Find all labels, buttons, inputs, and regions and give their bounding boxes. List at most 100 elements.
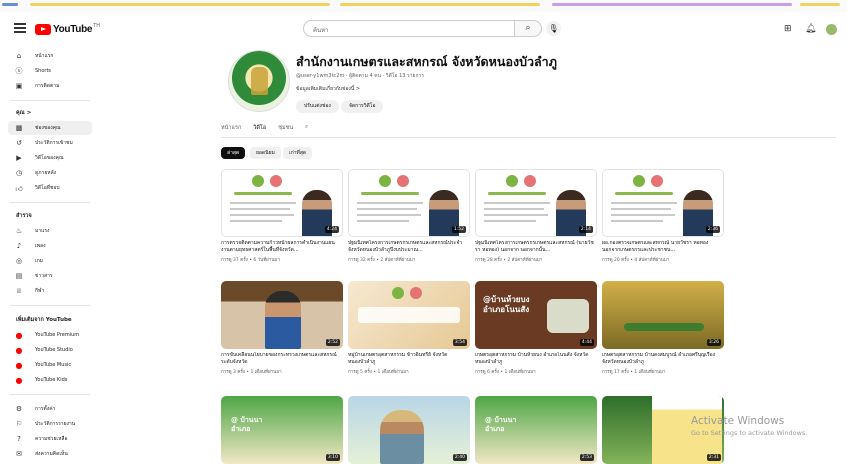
sidebar-item-music[interactable]: ♪ เพลง xyxy=(8,239,92,253)
video-title[interactable]: ปฐมนิเทศโครงการเกษตรกรเกษตรและสหกรณ์ประจ… xyxy=(348,240,470,254)
sidebar-item-liked[interactable]: 👍︎ วิดีโอที่ชอบ xyxy=(8,181,92,195)
video-thumbnail[interactable]: 2:52 xyxy=(221,281,343,349)
mic-icon[interactable]: 🎙 xyxy=(546,21,561,36)
video-card[interactable]: 4:24 การตรวจติดตามความก้าวหน้าผลการดำเนิน… xyxy=(221,169,343,265)
video-thumbnail[interactable]: @บ้านห้วยบง อำเภอโนนสัง 4:44 xyxy=(475,281,597,349)
video-duration: 1:52 xyxy=(451,226,466,233)
video-thumbnail[interactable]: 2:36 xyxy=(602,169,724,237)
avatar[interactable] xyxy=(826,24,837,35)
video-title[interactable]: ปฐมนิเทศโครงการเกษตรกรเกษตรและสหกรณ์ (นา… xyxy=(475,240,597,254)
menu-icon[interactable] xyxy=(14,23,26,33)
channel-tabs: หน้าแรก วิดีโอ ชุมชน ⌕ xyxy=(221,124,308,138)
video-thumbnail[interactable]: 3:54 xyxy=(348,281,470,349)
video-thumbnail[interactable]: @ บ้านนา อำเภอ 3:10 xyxy=(221,396,343,464)
customize-channel-button[interactable]: ปรับแต่งช่อง xyxy=(296,100,339,113)
sidebar-item-history[interactable]: ↺ ประวัติการเข้าชม xyxy=(8,136,92,150)
video-card[interactable]: 2:14 ปฐมนิเทศโครงการเกษตรกรเกษตรและสหกรณ์… xyxy=(475,169,597,265)
sidebar-item-yt-kids[interactable]: ● YouTube Kids xyxy=(8,373,92,387)
sidebar-item-home[interactable]: ⌂ หน้าแรก xyxy=(8,49,92,63)
video-card[interactable]: 1:52 ปฐมนิเทศโครงการเกษตรกรเกษตรและสหกรณ์… xyxy=(348,169,470,265)
video-title[interactable]: ผอ.กองตรวจเกษตรและสหกรณ์ นายวัชรา หอทอง … xyxy=(602,240,724,254)
video-meta: การดู 3 ครั้ง • 1 เดือนที่ผ่านมา xyxy=(221,370,282,375)
gear-icon: ⚙ xyxy=(15,405,23,413)
sidebar-item-label: มาแรง xyxy=(35,228,50,234)
divider xyxy=(10,305,90,306)
sidebar-item-label: ดูภายหลัง xyxy=(35,170,57,176)
search-icon[interactable]: ⌕ xyxy=(305,124,308,138)
video-card[interactable]: @บ้านห้วยบง อำเภอโนนสัง 4:44 เกษตรอุตสาหกรร… xyxy=(475,281,597,377)
video-title[interactable]: การขับเคลื่อนนโยบายของกระทรวงเกษตรและสหก… xyxy=(221,352,343,366)
sidebar-item-your-channel[interactable]: ▩ ช่องของคุณ xyxy=(8,121,92,135)
channel-avatar[interactable] xyxy=(228,50,290,112)
help-icon: ? xyxy=(17,435,21,443)
create-icon[interactable]: ⊞ xyxy=(784,24,792,34)
video-card[interactable]: 3:54 หมู่บ้านเกษตรอุตสาหกรรม ข้าวอินทรีย์… xyxy=(348,281,470,377)
sidebar-item-report-history[interactable]: ⚐ ประวัติการรายงาน xyxy=(8,417,92,431)
video-title[interactable]: เกษตรอุตสาหกรรม บ้านห้วยบง อำเภอโนนสัง จ… xyxy=(475,352,597,366)
channel-description-link[interactable]: ข้อมูลเพิ่มเติมเกี่ยวกับช่องนี้ > xyxy=(296,85,360,93)
sidebar-item-help[interactable]: ? ความช่วยเหลือ xyxy=(8,432,92,446)
sidebar-item-label: กีฬา xyxy=(35,288,45,294)
chip-popular[interactable]: ยอดนิยม xyxy=(250,147,281,159)
video-thumbnail[interactable]: @ บ้านนา อำเภอ 2:53 xyxy=(475,396,597,464)
clock-icon: ◷ xyxy=(15,169,23,177)
video-thumbnail[interactable]: 2:40 xyxy=(348,396,470,464)
sidebar-item-label: การติดตาม xyxy=(35,83,60,89)
video-card[interactable]: @ บ้านนา อำเภอ 3:10 xyxy=(221,396,343,464)
sidebar-item-trending[interactable]: ♨ มาแรง xyxy=(8,224,92,238)
sidebar-item-sports[interactable]: ♕ กีฬา xyxy=(8,284,92,298)
sidebar-item-news[interactable]: ▤ ข่าวสาร xyxy=(8,269,92,283)
sidebar-item-settings[interactable]: ⚙ การตั้งค่า xyxy=(8,402,92,416)
video-thumbnail[interactable]: 1:52 xyxy=(348,169,470,237)
top-bar: YouTube TH ค้นหา ⌕ 🎙 ⊞ 🔔︎ xyxy=(0,14,847,46)
video-title[interactable]: เกษตรอุตสาหกรรม บ้านดงสมบูรณ์ อำเภอศรีบุ… xyxy=(602,352,724,366)
tab-home[interactable]: หน้าแรก xyxy=(221,124,241,138)
sports-icon: ♕ xyxy=(15,287,23,295)
tab-videos[interactable]: วิดีโอ xyxy=(253,124,267,138)
video-thumbnail[interactable]: 2:14 xyxy=(475,169,597,237)
sidebar-item-gaming[interactable]: ◎ เกม xyxy=(8,254,92,268)
youtube-logo[interactable]: YouTube TH xyxy=(35,23,100,35)
tab-community[interactable]: ชุมชน xyxy=(278,124,293,138)
channel-meta: @user-y1wm3tc2m · ผู้ติดตาม 4 คน · วิดีโ… xyxy=(296,73,425,79)
sidebar-item-yt-premium[interactable]: ● YouTube Premium xyxy=(8,328,92,342)
video-title[interactable]: หมู่บ้านเกษตรอุตสาหกรรม ข้าวอินทรีย์ จัง… xyxy=(348,352,470,366)
sidebar-item-yt-music[interactable]: ● YouTube Music xyxy=(8,358,92,372)
sidebar-item-subscriptions[interactable]: ▣ การติดตาม xyxy=(8,79,92,93)
video-thumbnail[interactable]: 3:26 xyxy=(602,281,724,349)
youtube-studio-icon: ● xyxy=(15,345,23,355)
video-card[interactable]: 2:36 ผอ.กองตรวจเกษตรและสหกรณ์ นายวัชรา หอ… xyxy=(602,169,724,265)
sidebar-item-yt-studio[interactable]: ● YouTube Studio xyxy=(8,343,92,357)
video-title[interactable]: การตรวจติดตามความก้าวหน้าผลการดำเนินงานแ… xyxy=(221,240,343,254)
video-duration: 2:31 xyxy=(706,454,721,461)
chip-oldest[interactable]: เก่าที่สุด xyxy=(283,147,313,159)
search-icon[interactable]: ⌕ xyxy=(514,20,542,37)
sidebar-item-label: ข่าวสาร xyxy=(35,273,53,279)
video-card[interactable]: 2:40 xyxy=(348,396,470,464)
browser-top-strip xyxy=(0,0,847,12)
trending-icon: ♨ xyxy=(15,227,23,235)
video-duration: 3:10 xyxy=(325,454,340,461)
divider xyxy=(10,100,90,101)
video-meta: การดู 6 ครั้ง • 1 เดือนที่ผ่านมา xyxy=(475,370,536,375)
chip-latest[interactable]: ล่าสุด xyxy=(221,147,246,159)
manage-videos-button[interactable]: จัดการวิดีโอ xyxy=(341,100,384,113)
video-card[interactable]: @ บ้านนา อำเภอ 2:53 xyxy=(475,396,597,464)
sidebar-item-label: วิดีโอของคุณ xyxy=(35,155,64,161)
search-input[interactable]: ค้นหา xyxy=(303,20,515,37)
you-section-header[interactable]: คุณ > xyxy=(16,109,31,117)
divider xyxy=(10,202,90,203)
video-icon: ▶ xyxy=(16,154,22,162)
video-card[interactable]: 3:26 เกษตรอุตสาหกรรม บ้านดงสมบูรณ์ อำเภอศ… xyxy=(602,281,724,377)
video-card[interactable]: 2:52 การขับเคลื่อนนโยบายของกระทรวงเกษตรแล… xyxy=(221,281,343,377)
video-thumbnail[interactable]: 4:24 xyxy=(221,169,343,237)
bell-icon[interactable]: 🔔︎ xyxy=(805,24,816,34)
shorts-icon: ⓢ xyxy=(15,67,23,75)
gaming-icon: ◎ xyxy=(15,257,23,265)
sidebar-item-your-videos[interactable]: ▶ วิดีโอของคุณ xyxy=(8,151,92,165)
youtube-kids-icon: ● xyxy=(15,375,23,385)
sidebar-item-shorts[interactable]: ⓢ Shorts xyxy=(8,64,92,78)
sidebar-item-watch-later[interactable]: ◷ ดูภายหลัง xyxy=(8,166,92,180)
sidebar-item-feedback[interactable]: ✉ ส่งความคิดเห็น xyxy=(8,447,92,461)
youtube-play-icon xyxy=(35,23,51,35)
